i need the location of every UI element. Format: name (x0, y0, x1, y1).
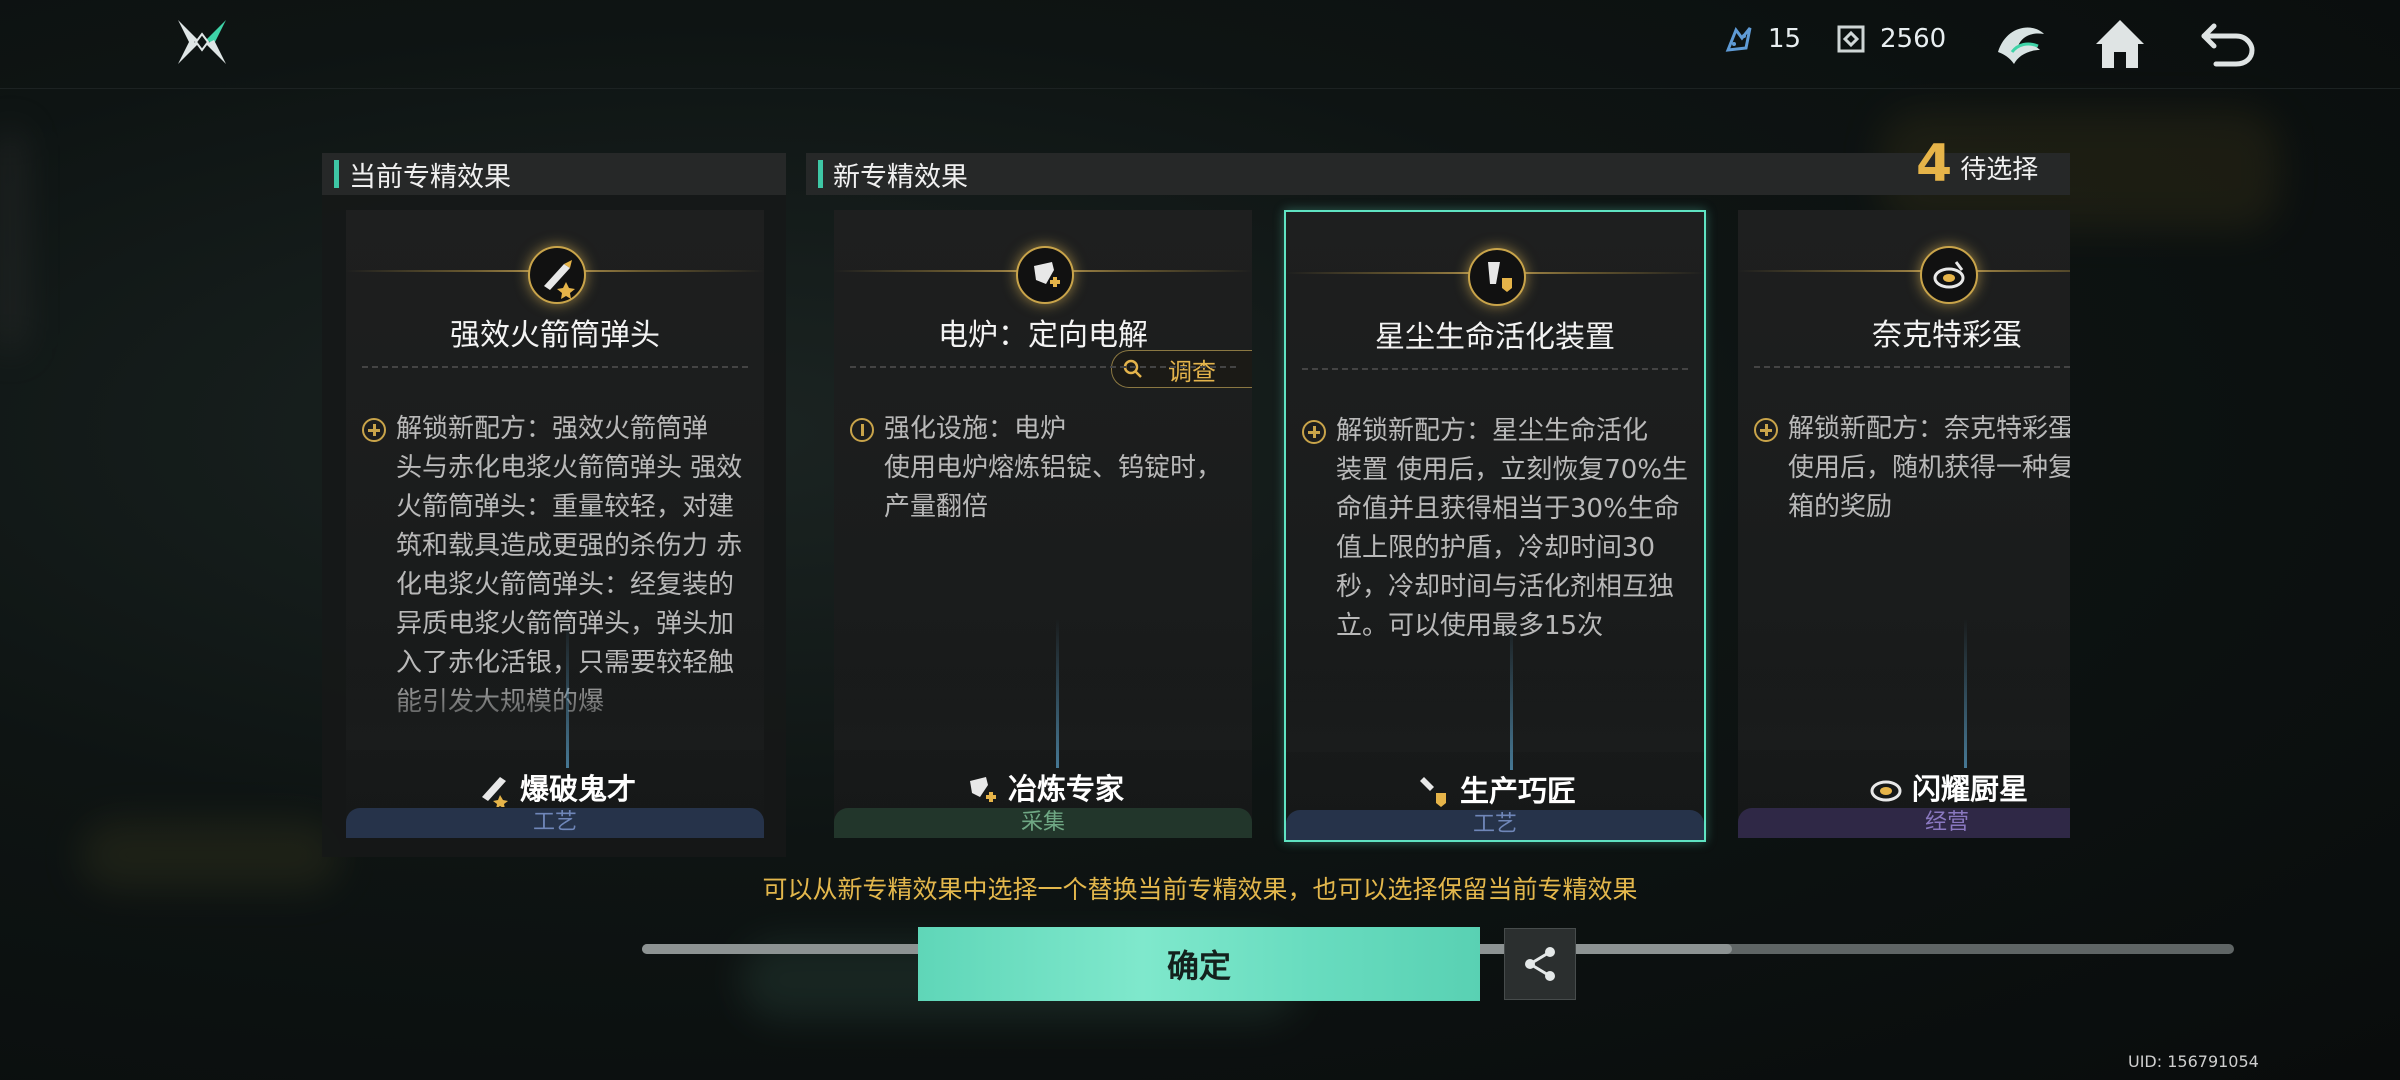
card-category: 采集 (834, 808, 1252, 838)
plus-circle-icon (1302, 420, 1326, 444)
plus-circle-icon (362, 418, 386, 442)
pending-label: 待选择 (1960, 155, 2039, 185)
egg-emblem-icon (1920, 246, 1978, 304)
wing-emblem-icon[interactable] (1988, 12, 2052, 76)
trait-name: 生产巧匠 (1459, 774, 1576, 808)
card-trait: 生产巧匠 (1286, 768, 1704, 810)
desc-body: 使用后，随机获得一种复苏宝箱的奖励 (1788, 453, 2070, 522)
card-dashed-divider (1754, 366, 2070, 368)
crystal-icon (1725, 26, 1752, 52)
card-trait: 爆破鬼才 (346, 766, 764, 808)
logo-icon[interactable] (174, 14, 230, 70)
desc-lead: 解锁新配方：强效火箭筒弹 (396, 414, 709, 444)
share-icon (1525, 947, 1555, 981)
card-fade (834, 670, 1252, 750)
card-fade (346, 670, 764, 750)
furnace-trait-icon (969, 777, 996, 802)
trait-name: 冶炼专家 (1007, 772, 1124, 806)
card-title: 强效火箭筒弹头 (450, 318, 660, 353)
card-title: 星尘生命活化装置 (1375, 320, 1615, 355)
card-category: 工艺 (346, 808, 764, 838)
trait-name: 爆破鬼才 (519, 772, 636, 806)
furnace-emblem-icon (1016, 246, 1074, 304)
effect-card-option-1[interactable]: 电炉：定向电解 调查 强化设施：电炉 使用电炉熔炼铝锭、钨锭时，产量翻倍 冶炼专… (834, 210, 1252, 838)
card-trait: 闪耀厨星 (1738, 766, 2070, 808)
plus-circle-icon (1754, 418, 1778, 442)
background-blob (0, 130, 20, 350)
effect-card-option-2[interactable]: 星尘生命活化装置 解锁新配方：星尘生命活化 装置 使用后，立刻恢复70%生命值并… (1284, 210, 1706, 842)
card-divider-glow (1738, 270, 2070, 272)
effect-card-option-3[interactable]: 奈克特彩蛋 解锁新配方：奈克特彩蛋 使用后，随机获得一种复苏宝箱的奖励 闪耀厨星… (1738, 210, 2070, 838)
card-title: 奈克特彩蛋 (1872, 318, 2022, 353)
resource-crystal-value: 15 (1768, 24, 1802, 54)
card-category: 经营 (1738, 808, 2070, 838)
desc-lead: 解锁新配方：星尘生命活化 (1336, 416, 1649, 446)
light-beam (1510, 620, 1513, 770)
pending-count: 4 (1916, 134, 1953, 194)
card-dashed-divider (1302, 368, 1688, 370)
desc-lead: 解锁新配方：奈克特彩蛋 (1788, 414, 2070, 444)
light-beam (1964, 618, 1967, 768)
selection-hint: 可以从新专精效果中选择一个替换当前专精效果，也可以选择保留当前专精效果 (762, 875, 1638, 904)
injector-trait-icon (1419, 777, 1446, 807)
card-fade (1286, 672, 1704, 752)
confirm-button[interactable]: 确定 (918, 927, 1480, 1001)
new-effect-title: 新专精效果 (833, 161, 968, 193)
card-clip: 奈克特彩蛋 解锁新配方：奈克特彩蛋 使用后，随机获得一种复苏宝箱的奖励 闪耀厨星… (1738, 210, 2070, 838)
card-dashed-divider (362, 366, 748, 368)
card-title: 电炉：定向电解 (938, 318, 1148, 353)
back-icon[interactable] (2196, 12, 2260, 76)
current-effect-title: 当前专精效果 (349, 161, 511, 193)
light-beam (1056, 618, 1059, 768)
desc-lead: 强化设施：电炉 (884, 414, 1067, 444)
trait-name: 闪耀厨星 (1911, 772, 2028, 806)
card-category: 工艺 (1286, 810, 1704, 840)
home-icon[interactable] (2088, 12, 2152, 76)
card-fade (1738, 670, 2070, 750)
effect-card-current[interactable]: 强效火箭筒弹头 解锁新配方：强效火箭筒弹 头与赤化电浆火箭筒弹头 强效火箭筒弹头… (346, 210, 764, 838)
resource-chip: 2560 (1834, 22, 1946, 56)
top-bar: 15 2560 (0, 0, 2400, 89)
share-button[interactable] (1504, 928, 1576, 1000)
magnifier-icon (1123, 359, 1142, 378)
user-id: UID: 156791054 (2128, 1052, 2259, 1071)
accent-bar (334, 160, 339, 188)
accent-bar (818, 160, 823, 188)
injector-emblem-icon (1468, 248, 1526, 306)
chip-icon (1837, 25, 1865, 53)
desc-body: 使用电炉熔炼铝锭、钨锭时，产量翻倍 (884, 453, 1223, 522)
card-dashed-divider (850, 366, 1236, 368)
probe-button[interactable]: 调查 (1111, 350, 1252, 388)
resource-crystal: 15 (1722, 22, 1801, 56)
probe-label: 调查 (1168, 357, 1216, 386)
upgrade-circle-icon (850, 418, 874, 442)
rocket-emblem-icon (528, 246, 586, 304)
light-beam (566, 618, 569, 768)
egg-trait-icon (1870, 780, 1902, 802)
new-effect-header: 新专精效果 (806, 153, 2070, 195)
desc-body: 装置 使用后，立刻恢复70%生命值并且获得相当于30%生命值上限的护盾，冷却时间… (1336, 455, 1689, 641)
pending-counter: 4 待选择 (1916, 138, 2038, 190)
current-effect-header: 当前专精效果 (322, 153, 786, 195)
card-trait: 冶炼专家 (834, 766, 1252, 808)
resource-chip-value: 2560 (1880, 24, 1947, 54)
rocket-trait-icon (481, 777, 508, 807)
